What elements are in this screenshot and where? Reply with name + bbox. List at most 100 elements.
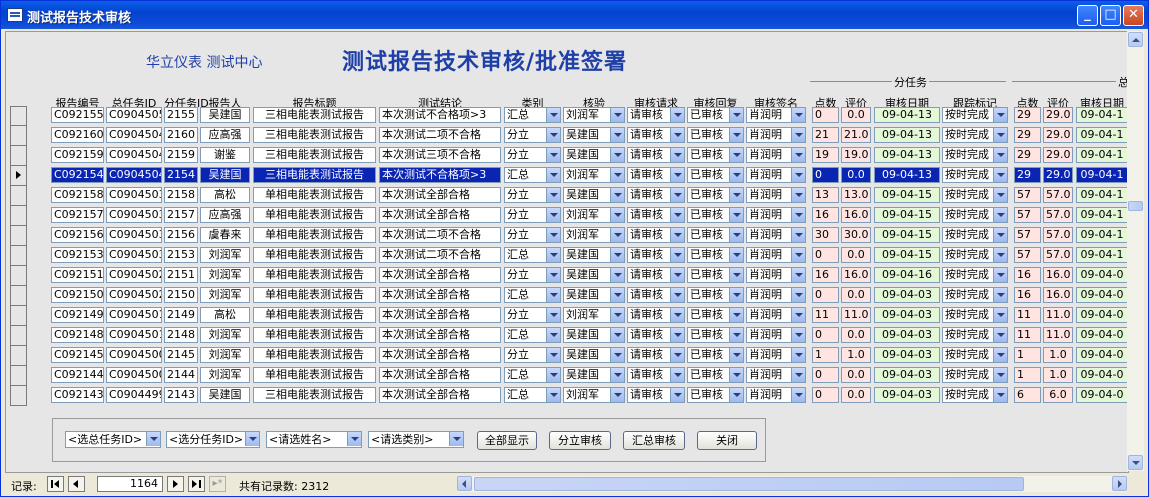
- cell-sub-points[interactable]: 30: [812, 227, 839, 243]
- cell-tot-points[interactable]: 29: [1014, 167, 1041, 183]
- cell-report-title[interactable]: 单相电能表测试报告: [253, 287, 376, 303]
- cell-reporter[interactable]: 刘润军: [200, 267, 250, 283]
- cell-tot-review-date[interactable]: 09-04-1: [1076, 187, 1128, 203]
- horizontal-scroll-thumb[interactable]: [474, 477, 1024, 491]
- chevron-down-icon[interactable]: [546, 108, 560, 122]
- cell-review-sign[interactable]: 肖润明: [746, 387, 806, 403]
- cell-review-request[interactable]: 请审核: [627, 147, 685, 163]
- current-record-field[interactable]: 1164: [97, 476, 163, 492]
- cell-sub-points[interactable]: 0: [812, 167, 839, 183]
- cell-reporter[interactable]: 吴建国: [200, 387, 250, 403]
- cell-sub-points[interactable]: 0: [812, 387, 839, 403]
- chevron-down-icon[interactable]: [610, 148, 624, 162]
- chevron-down-icon[interactable]: [791, 388, 805, 402]
- cell-tot-points[interactable]: 29: [1014, 127, 1041, 143]
- chevron-down-icon[interactable]: [791, 248, 805, 262]
- cell-sub-points[interactable]: 19: [812, 147, 839, 163]
- cell-review-sign[interactable]: 肖润明: [746, 267, 806, 283]
- chevron-down-icon[interactable]: [993, 308, 1007, 322]
- cell-sub-track[interactable]: 按时完成: [942, 247, 1008, 263]
- cell-total-task-id[interactable]: C0904503: [106, 207, 162, 223]
- cell-total-task-id[interactable]: C0904501: [106, 307, 162, 323]
- row-selector[interactable]: [10, 266, 27, 286]
- cell-sub-score[interactable]: 0.0: [841, 167, 871, 183]
- cell-review-request[interactable]: 请审核: [627, 187, 685, 203]
- cell-tot-points[interactable]: 57: [1014, 227, 1041, 243]
- chevron-down-icon[interactable]: [729, 128, 743, 142]
- cell-report-title[interactable]: 单相电能表测试报告: [253, 227, 376, 243]
- cell-verify[interactable]: 刘润军: [563, 167, 625, 183]
- chevron-down-icon[interactable]: [729, 228, 743, 242]
- chevron-down-icon[interactable]: [610, 328, 624, 342]
- cell-review-reply[interactable]: 已审核: [687, 367, 744, 383]
- cell-conclusion[interactable]: 本次测试全部合格: [379, 327, 501, 343]
- chevron-down-icon[interactable]: [729, 328, 743, 342]
- chevron-down-icon[interactable]: [610, 108, 624, 122]
- chevron-down-icon[interactable]: [610, 268, 624, 282]
- row-selector[interactable]: [10, 166, 27, 186]
- cell-review-reply[interactable]: 已审核: [687, 147, 744, 163]
- cell-category[interactable]: 汇总: [504, 327, 561, 343]
- chevron-down-icon[interactable]: [791, 168, 805, 182]
- cell-review-request[interactable]: 请审核: [627, 327, 685, 343]
- cell-review-sign[interactable]: 肖润明: [746, 207, 806, 223]
- cell-conclusion[interactable]: 本次测试全部合格: [379, 307, 501, 323]
- cell-tot-review-date[interactable]: 09-04-0: [1076, 367, 1128, 383]
- cell-sub-score[interactable]: 0.0: [841, 367, 871, 383]
- cell-review-reply[interactable]: 已审核: [687, 307, 744, 323]
- cell-reporter[interactable]: 刘润军: [200, 347, 250, 363]
- scroll-up-button[interactable]: [1128, 32, 1143, 47]
- chevron-down-icon[interactable]: [993, 388, 1007, 402]
- cell-tot-points[interactable]: 1: [1014, 367, 1041, 383]
- cell-sub-score[interactable]: 0.0: [841, 387, 871, 403]
- chevron-down-icon[interactable]: [791, 228, 805, 242]
- chevron-down-icon[interactable]: [610, 368, 624, 382]
- chevron-down-icon[interactable]: [791, 208, 805, 222]
- row-selector[interactable]: [10, 226, 27, 246]
- cell-conclusion[interactable]: 本次测试全部合格: [379, 367, 501, 383]
- cell-tot-score[interactable]: 29.0: [1043, 167, 1073, 183]
- cell-verify[interactable]: 吴建国: [563, 267, 625, 283]
- row-selector[interactable]: [10, 186, 27, 206]
- scroll-right-button[interactable]: [1112, 476, 1127, 491]
- cell-tot-points[interactable]: 16: [1014, 287, 1041, 303]
- cell-sub-track[interactable]: 按时完成: [942, 207, 1008, 223]
- cell-tot-score[interactable]: 57.0: [1043, 207, 1073, 223]
- row-selector[interactable]: [10, 106, 27, 126]
- chevron-down-icon[interactable]: [610, 128, 624, 142]
- cell-report-title[interactable]: 单相电能表测试报告: [253, 307, 376, 323]
- cell-category[interactable]: 分立: [504, 267, 561, 283]
- cell-tot-review-date[interactable]: 09-04-1: [1076, 247, 1128, 263]
- cell-reporter[interactable]: 刘润军: [200, 247, 250, 263]
- chevron-down-icon[interactable]: [610, 228, 624, 242]
- chevron-down-icon[interactable]: [729, 368, 743, 382]
- cell-tot-review-date[interactable]: 09-04-0: [1076, 267, 1128, 283]
- cell-sub-task-id[interactable]: 2144: [164, 367, 198, 383]
- cell-sub-task-id[interactable]: 2148: [164, 327, 198, 343]
- chevron-down-icon[interactable]: [610, 208, 624, 222]
- cell-tot-score[interactable]: 29.0: [1043, 127, 1073, 143]
- name-filter[interactable]: <请选姓名>: [266, 431, 362, 448]
- cell-report-title[interactable]: 三相电能表测试报告: [253, 107, 376, 123]
- cell-report-title[interactable]: 单相电能表测试报告: [253, 207, 376, 223]
- cell-reporter[interactable]: 吴建国: [200, 107, 250, 123]
- cell-review-sign[interactable]: 肖润明: [746, 347, 806, 363]
- chevron-down-icon[interactable]: [610, 348, 624, 362]
- cell-sub-review-date[interactable]: 09-04-03: [874, 367, 940, 383]
- cell-tot-score[interactable]: 29.0: [1043, 147, 1073, 163]
- chevron-down-icon[interactable]: [993, 108, 1007, 122]
- cell-sub-track[interactable]: 按时完成: [942, 287, 1008, 303]
- cell-verify[interactable]: 吴建国: [563, 287, 625, 303]
- cell-sub-score[interactable]: 0.0: [841, 107, 871, 123]
- cell-report-no[interactable]: C092154: [51, 167, 104, 183]
- horizontal-scrollbar[interactable]: [457, 476, 1127, 492]
- row-selector[interactable]: [10, 126, 27, 146]
- cell-sub-track[interactable]: 按时完成: [942, 227, 1008, 243]
- cell-report-no[interactable]: C092158: [51, 187, 104, 203]
- cell-conclusion[interactable]: 本次测试二项不合格: [379, 227, 501, 243]
- cell-tot-points[interactable]: 16: [1014, 267, 1041, 283]
- cell-tot-points[interactable]: 1: [1014, 347, 1041, 363]
- cell-conclusion[interactable]: 本次测试全部合格: [379, 287, 501, 303]
- chevron-down-icon[interactable]: [791, 328, 805, 342]
- chevron-down-icon[interactable]: [546, 208, 560, 222]
